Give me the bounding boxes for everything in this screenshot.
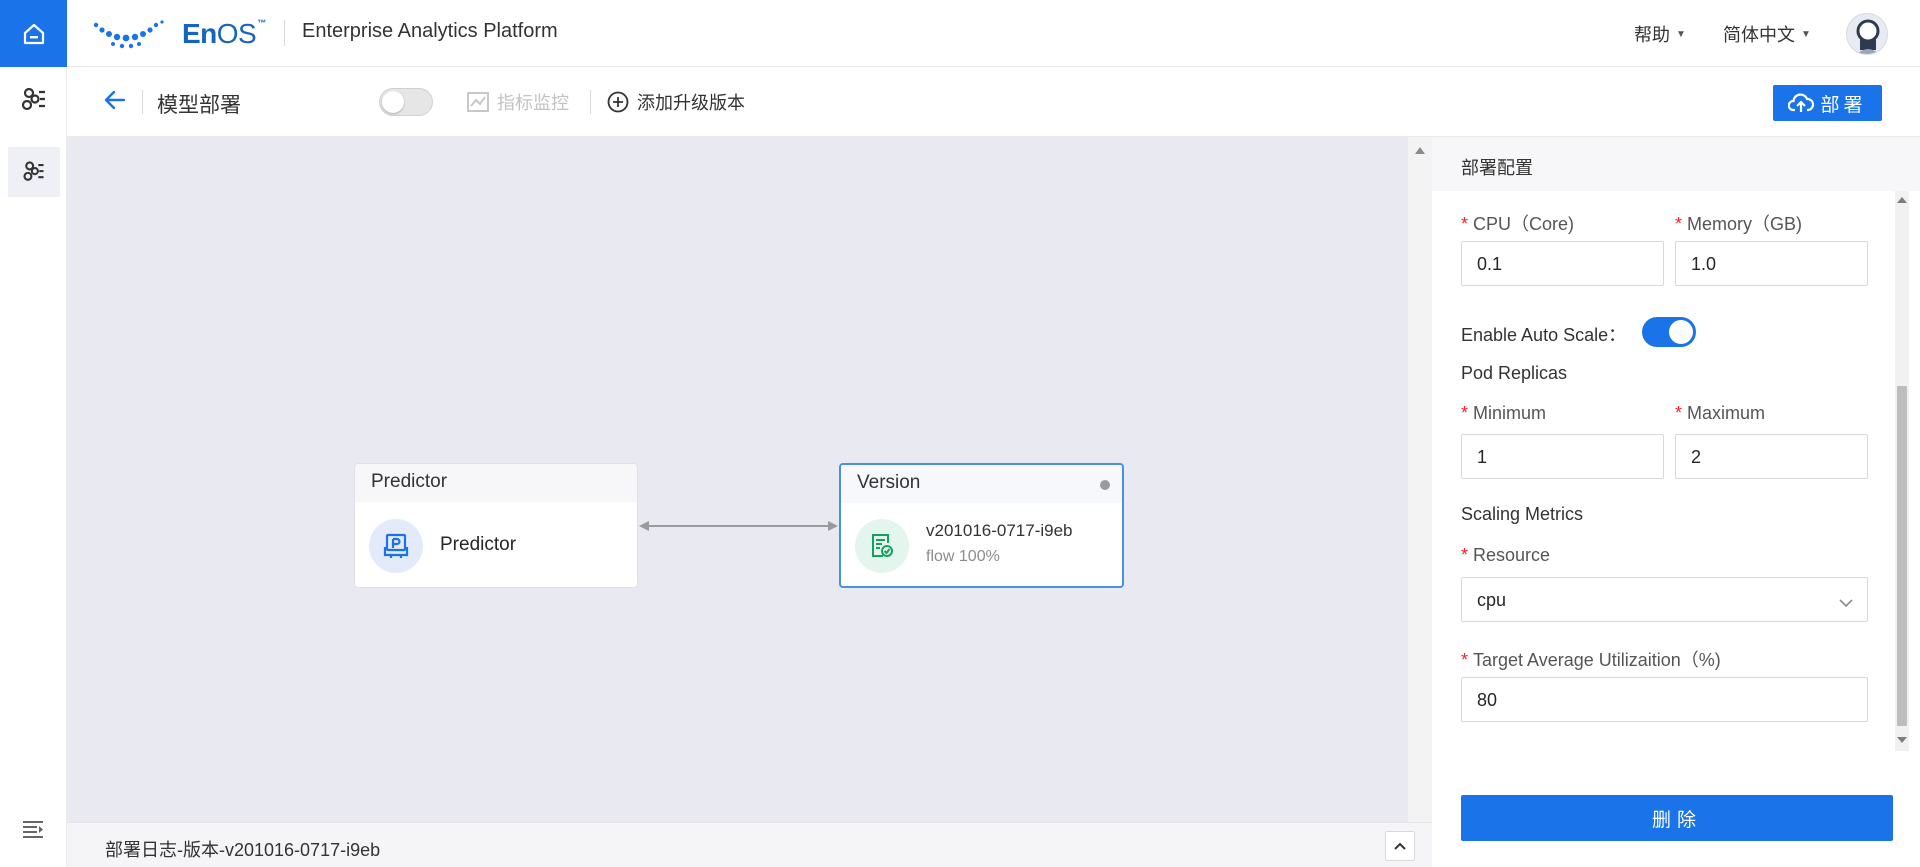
version-node-title: Version [857, 472, 921, 493]
toolbar-divider [590, 90, 591, 114]
scroll-up-icon[interactable] [1897, 197, 1907, 203]
predictor-node[interactable]: Predictor Predictor [354, 463, 638, 588]
predictor-version-connector [639, 521, 838, 531]
minimum-label: * Minimum [1461, 403, 1547, 423]
resource-select[interactable]: cpu [1461, 577, 1868, 622]
required-mark: * [1675, 403, 1683, 423]
monitor-toggle[interactable] [379, 88, 433, 116]
required-mark: * [1461, 403, 1469, 423]
nav-item-deployment[interactable] [8, 147, 60, 197]
required-mark: * [1675, 214, 1683, 234]
back-button[interactable] [103, 88, 127, 117]
predictor-icon [369, 519, 423, 573]
target-utilization-input[interactable]: 80 [1461, 677, 1868, 722]
version-name: v201016-0717-i9eb [926, 521, 1073, 540]
version-node[interactable]: Version v201016-0717-i9eb flow 100% [839, 463, 1124, 588]
caret-down-icon: ▼ [1676, 28, 1686, 40]
model-icon [23, 161, 44, 181]
predictor-node-header: Predictor [355, 464, 637, 502]
user-avatar[interactable] [1846, 13, 1888, 55]
metrics-monitor-label: 指标监控 [497, 93, 569, 113]
maximum-input[interactable]: 2 [1675, 434, 1868, 479]
plus-circle-icon [607, 91, 629, 113]
version-node-header: Version [841, 465, 1122, 503]
add-version-label: 添加升级版本 [637, 93, 745, 113]
toolbar: 模型部署 指标监控 添加升级版本 部署 [67, 67, 1920, 137]
arrow-left-icon [104, 90, 126, 110]
left-navigation [0, 67, 67, 867]
auto-scale-label: Enable Auto Scale： [1461, 325, 1627, 345]
help-menu-label: 帮助 [1634, 25, 1670, 45]
caret-down-icon: ▼ [1801, 28, 1811, 40]
chevron-down-icon [1839, 592, 1853, 613]
memory-label: * Memory（GB) [1675, 214, 1803, 234]
language-menu-label: 简体中文 [1723, 25, 1795, 45]
deploy-button[interactable]: 部署 [1773, 85, 1882, 121]
top-header: EnOS™ Enterprise Analytics Platform 帮助 ▼… [0, 0, 1920, 67]
collapse-menu-icon [23, 821, 43, 838]
language-menu[interactable]: 简体中文 ▼ [1723, 21, 1811, 47]
toolbar-divider [142, 90, 143, 114]
scaling-metrics-label: Scaling Metrics [1461, 504, 1584, 524]
cpu-label: * CPU（Core) [1461, 214, 1575, 234]
required-mark: * [1461, 650, 1469, 670]
version-icon [855, 519, 909, 573]
cloud-upload-icon [1788, 92, 1815, 114]
app-title: Enterprise Analytics Platform [302, 20, 558, 42]
nav-collapse-button[interactable] [22, 819, 44, 844]
maximum-label: * Maximum [1675, 403, 1766, 423]
deploy-config-panel: 部署配置 * CPU（Core) 0.1 * Memory（GB) 1.0 Enab… [1432, 137, 1920, 867]
model-icon [21, 87, 45, 111]
deploy-log-bar: 部署日志-版本-v201016-0717-i9eb [67, 822, 1432, 867]
log-expand-button[interactable] [1385, 831, 1415, 861]
deploy-label: 部署 [1820, 94, 1867, 116]
help-menu[interactable]: 帮助 ▼ [1634, 21, 1686, 47]
cpu-input[interactable]: 0.1 [1461, 241, 1664, 286]
enos-logo[interactable]: EnOS™ [92, 16, 266, 52]
home-icon [23, 23, 44, 44]
scroll-thumb[interactable] [1897, 386, 1907, 726]
scroll-down-icon[interactable] [1897, 737, 1907, 743]
scroll-up-icon[interactable] [1415, 147, 1425, 154]
auto-scale-switch[interactable] [1642, 317, 1696, 347]
panel-scrollbar[interactable] [1895, 191, 1909, 751]
minimum-input[interactable]: 1 [1461, 434, 1664, 479]
deploy-log-title: 部署日志-版本-v201016-0717-i9eb [105, 840, 381, 860]
canvas-scrollbar[interactable] [1408, 137, 1432, 822]
logo-wordmark: EnOS™ [182, 18, 266, 49]
logo-dots-icon [93, 20, 164, 49]
pod-replicas-label: Pod Replicas [1461, 363, 1568, 383]
chevron-up-icon [1394, 842, 1406, 850]
add-version-button[interactable]: 添加升级版本 [607, 89, 745, 115]
delete-button[interactable]: 删除 [1461, 795, 1893, 841]
switch-knob [1669, 320, 1693, 344]
version-flow: flow 100% [926, 548, 1000, 565]
user-icon [1856, 19, 1880, 54]
status-dot [1100, 480, 1110, 490]
predictor-node-label: Predictor [440, 534, 517, 555]
deployment-canvas[interactable] [67, 137, 1408, 822]
toggle-knob [382, 91, 404, 113]
chart-monitor-icon [467, 92, 489, 112]
panel-title: 部署配置 [1432, 137, 1920, 191]
metrics-monitor-button[interactable]: 指标监控 [467, 89, 569, 115]
nav-item-models[interactable] [8, 75, 60, 125]
home-button[interactable] [0, 0, 67, 67]
resource-select-value: cpu [1477, 590, 1507, 610]
resource-label: * Resource [1461, 545, 1551, 565]
page-title: 模型部署 [157, 94, 241, 117]
memory-input[interactable]: 1.0 [1675, 241, 1868, 286]
header-divider [284, 20, 285, 46]
target-utilization-label: * Target Average Utilizaition（%) [1461, 650, 1721, 670]
required-mark: * [1461, 214, 1469, 234]
required-mark: * [1461, 545, 1469, 565]
